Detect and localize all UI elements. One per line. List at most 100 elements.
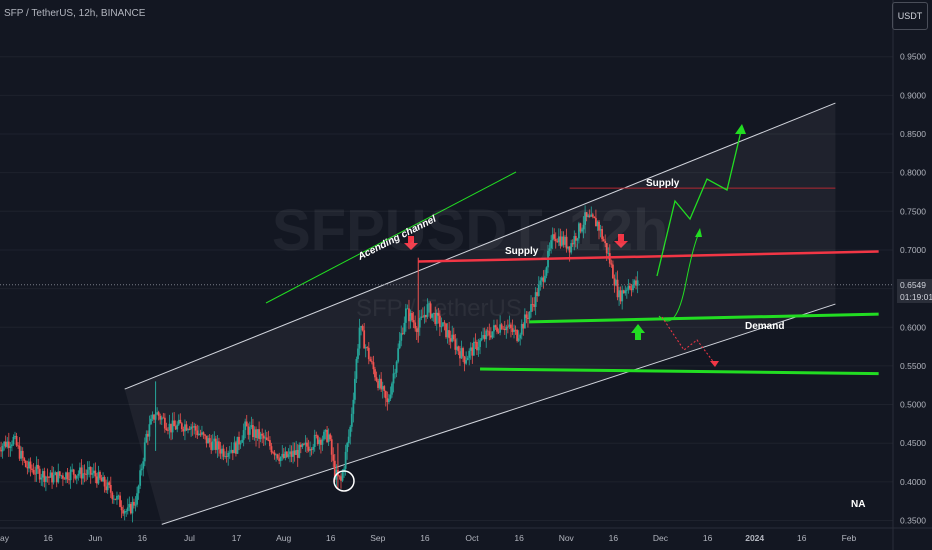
candle-body [12,436,15,445]
candle-body [60,475,63,477]
candle-body [21,450,24,459]
candle-body [400,333,403,341]
candle-body [355,359,358,379]
candle-body [350,413,353,427]
candle-body [361,326,364,331]
candle-body [310,449,313,450]
time-tick-label: Nov [559,533,575,543]
candle-body [15,435,18,446]
price-tick-label: 0.3500 [900,516,926,526]
candle-body [621,290,624,302]
candle-body [312,446,315,450]
up-arrow-shaft [635,333,641,340]
candle-body [384,391,387,399]
candle-body [37,464,40,469]
candle-body [622,290,625,294]
candle-body [401,333,404,334]
candle-body [228,452,231,454]
candle-body [530,304,532,313]
candle-body [241,439,244,443]
candle-body [329,434,332,440]
candle-body [227,452,230,457]
candle-body [364,346,367,349]
candle-body [471,347,474,356]
candle-body [24,460,27,468]
candle-body [313,434,316,447]
candle-body [194,426,197,431]
candle-body [338,475,341,477]
candle-body [452,334,455,340]
candle-body [476,341,478,351]
candle-body [52,474,55,483]
candle-body [442,322,444,327]
candle-body [326,429,328,442]
candle-body [233,442,236,454]
candle-body [159,415,162,420]
candle-body [293,450,296,455]
candle-body [116,495,118,500]
candle-body [320,439,322,445]
candle-body [214,438,217,450]
symbol-title[interactable]: SFP / TetherUS, 12h, BINANCE [4,8,145,19]
candle-body [533,304,536,307]
candle-body [88,466,91,470]
candle-body [267,439,270,441]
time-tick-label: Oct [465,533,479,543]
candle-body [264,437,267,439]
time-tick-label: 16 [138,533,148,543]
candle-body [537,284,540,296]
candle-body [542,277,545,282]
candle-body [187,429,189,431]
candle-body [242,430,245,440]
candle-body [375,377,378,381]
candle-body [347,436,350,444]
candle-body [299,444,302,447]
price-chart[interactable]: 0.9500 0.9000 0.8500 0.8000 0.7500 0.7000 0.65… [0,0,932,550]
candle-body [82,473,84,479]
candle-body [51,472,53,483]
candle-body [255,429,257,438]
candle-body [398,340,401,349]
candle-body [97,471,100,484]
candle-body [309,449,311,451]
candle-body [503,328,506,331]
time-tick-label: 16 [43,533,53,543]
candle-body [445,323,447,338]
time-tick-label: Jul [184,533,195,543]
candle-body [380,378,383,390]
candle-body [150,418,152,425]
time-tick-label: Feb [842,533,857,543]
candle-body [352,399,355,414]
candle-body [245,421,248,427]
price-tick-label: 0.5000 [900,400,926,410]
time-tick-label: May [0,533,10,543]
currency-button[interactable]: USDT [892,2,928,30]
candle-body [14,435,16,437]
candle-body [196,430,199,436]
candle-body [250,425,253,428]
price-tick-label: 0.7000 [900,245,926,255]
candle-body [78,467,81,474]
candle-body [180,423,183,430]
price-tick-label: 0.4000 [900,477,926,487]
supply-label-upper: Supply [646,178,680,189]
candle-body [272,452,274,454]
price-tick-label: 0.7500 [900,206,926,216]
candle-body [222,448,225,457]
candle-body [394,372,396,374]
candle-body [117,495,120,497]
candle-body [618,290,620,298]
candle-body [28,461,30,469]
candle-body [23,458,26,461]
candle-body [488,331,491,336]
candle-body [265,437,268,440]
candle-body [184,424,186,432]
candle-body [238,436,240,445]
candle-body [270,446,273,453]
candle-body [536,292,539,296]
candle-body [253,429,256,438]
candle-body [100,477,103,482]
candle-body [629,285,631,289]
candle-body [520,324,523,335]
time-tick-label: Dec [653,533,669,543]
